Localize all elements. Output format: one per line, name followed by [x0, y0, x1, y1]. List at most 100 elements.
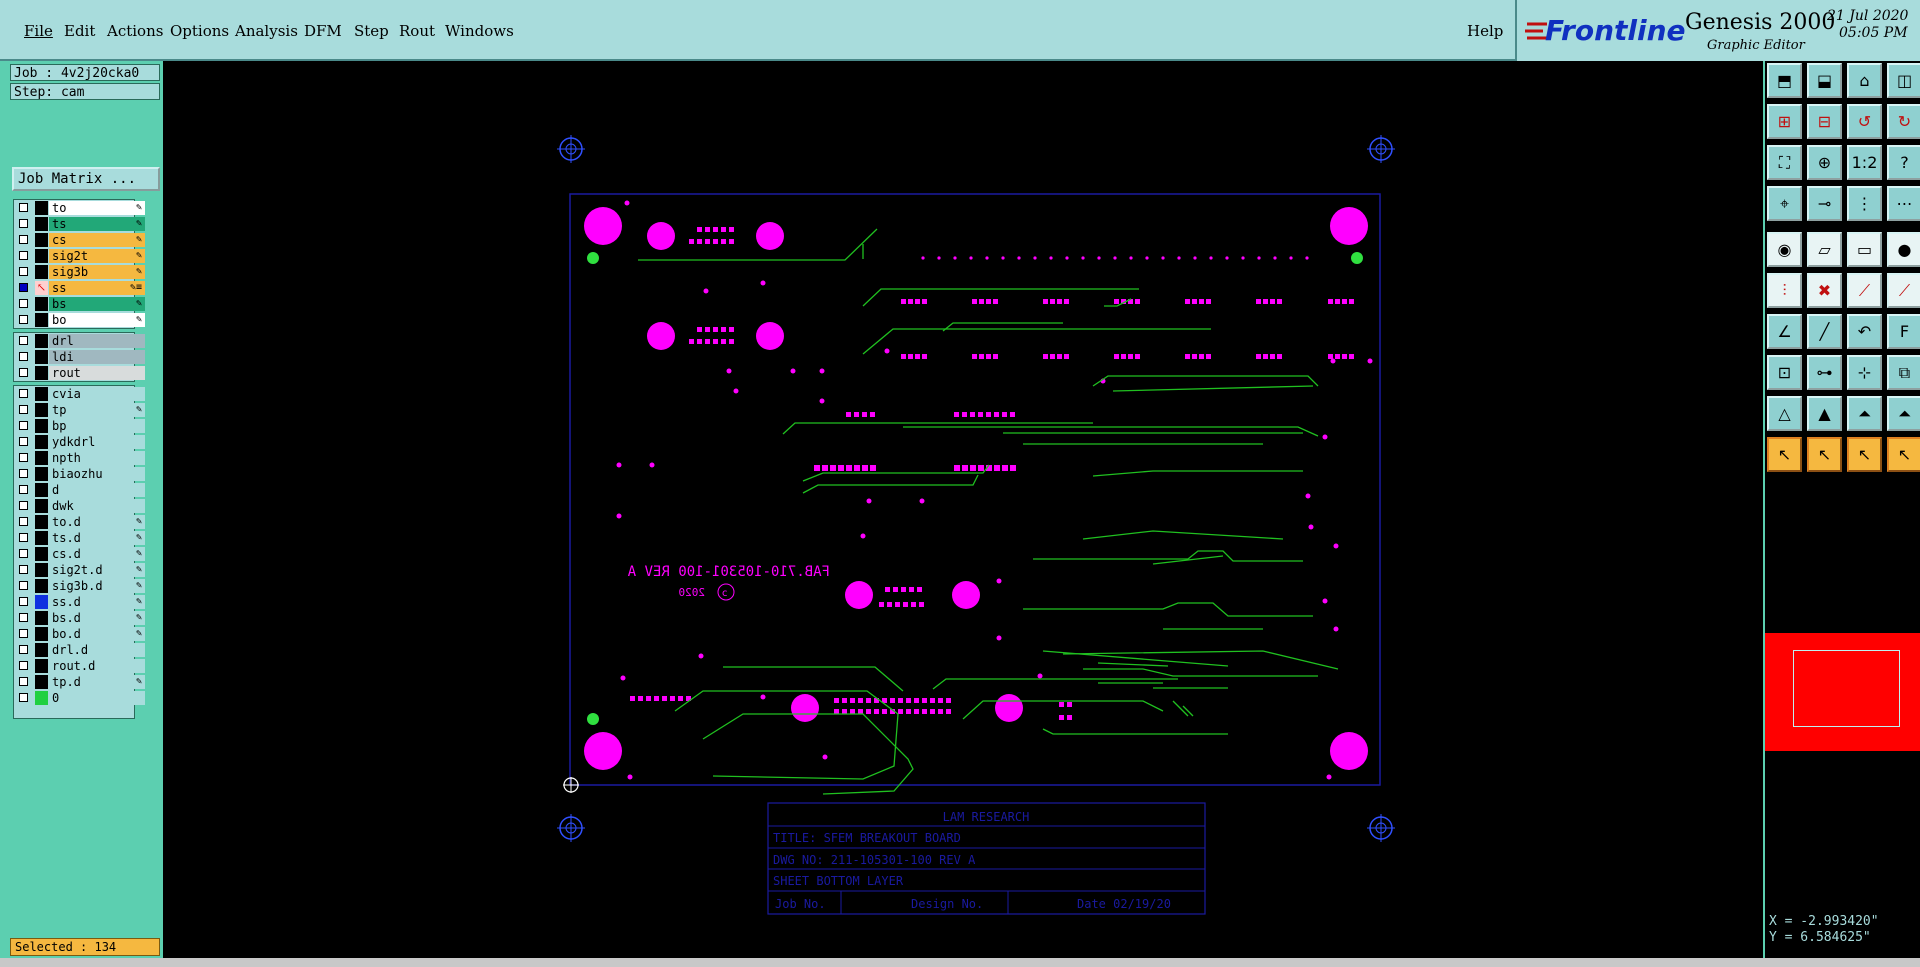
- layer-color-swatch[interactable]: [35, 366, 48, 380]
- layer-checkbox[interactable]: [19, 283, 28, 292]
- layer-color-swatch[interactable]: [35, 691, 48, 705]
- layer-name[interactable]: ydkdrl: [49, 435, 145, 449]
- layer-name[interactable]: bs.d ✎: [49, 611, 145, 625]
- text-button[interactable]: F: [1887, 314, 1920, 349]
- layer-name[interactable]: drl: [49, 334, 145, 348]
- triangle3-button[interactable]: ⏶: [1847, 396, 1882, 431]
- connect-button[interactable]: ⫶: [1767, 273, 1802, 308]
- layer-checkbox[interactable]: [19, 219, 28, 228]
- layer-checkbox[interactable]: [19, 565, 28, 574]
- layer-row-ss[interactable]: ↖ ss ✎≡: [14, 280, 145, 296]
- help-button[interactable]: ?: [1887, 145, 1920, 180]
- layer-name[interactable]: sig3b ✎: [49, 265, 145, 279]
- menu-edit[interactable]: Edit: [64, 22, 95, 40]
- layer-name[interactable]: ss ✎≡: [49, 281, 145, 295]
- layer-row-dwk[interactable]: dwk: [14, 498, 145, 514]
- layer-row-tp[interactable]: tp ✎: [14, 402, 145, 418]
- layer-checkbox[interactable]: [19, 267, 28, 276]
- layer-name[interactable]: 0: [49, 691, 145, 705]
- layer-name[interactable]: rout: [49, 366, 145, 380]
- center-button[interactable]: ⊹: [1847, 355, 1882, 390]
- layer-row-ydkdrl[interactable]: ydkdrl: [14, 434, 145, 450]
- home-button[interactable]: ⌂: [1847, 63, 1882, 98]
- layer-checkbox[interactable]: [19, 469, 28, 478]
- layer-color-swatch[interactable]: [35, 334, 48, 348]
- menu-step[interactable]: Step: [354, 22, 389, 40]
- menu-file[interactable]: File: [24, 22, 53, 40]
- layer-row-bp[interactable]: bp: [14, 418, 145, 434]
- preview-viewport-frame[interactable]: [1793, 650, 1900, 727]
- menu-analysis[interactable]: Analysis: [235, 22, 298, 40]
- line2-button[interactable]: ⟋: [1887, 273, 1920, 308]
- layer-name[interactable]: sig2t.d ✎: [49, 563, 145, 577]
- layer-checkbox[interactable]: [19, 677, 28, 686]
- pad-button[interactable]: ◉: [1767, 232, 1802, 267]
- layer-name[interactable]: to.d ✎: [49, 515, 145, 529]
- select2-button[interactable]: ↖: [1807, 437, 1842, 472]
- menu-windows[interactable]: Windows: [445, 22, 514, 40]
- layer-row-d[interactable]: d: [14, 482, 145, 498]
- layer-color-swatch[interactable]: [35, 579, 48, 593]
- layer-name[interactable]: sig2t ✎: [49, 249, 145, 263]
- menu-rout[interactable]: Rout: [399, 22, 435, 40]
- layer-name[interactable]: ldi: [49, 350, 145, 364]
- layer-checkbox[interactable]: [19, 485, 28, 494]
- layer-checkbox[interactable]: [19, 299, 28, 308]
- layer-checkbox[interactable]: [19, 453, 28, 462]
- layer-color-swatch[interactable]: [35, 435, 48, 449]
- zoom-fit-button[interactable]: ⊕: [1807, 145, 1842, 180]
- layer-name[interactable]: drl.d: [49, 643, 145, 657]
- layer-color-swatch[interactable]: [35, 483, 48, 497]
- zoom-out-button[interactable]: ⊟: [1807, 104, 1842, 139]
- menu-dfm[interactable]: DFM: [304, 22, 342, 40]
- layer-color-swatch[interactable]: [35, 531, 48, 545]
- layer-name[interactable]: bs ✎: [49, 297, 145, 311]
- active-layer-cursor-icon[interactable]: ↖: [35, 281, 48, 295]
- triangle-button[interactable]: △: [1767, 396, 1802, 431]
- select-button[interactable]: ↖: [1767, 437, 1802, 472]
- layer-checkbox[interactable]: [19, 336, 28, 345]
- layer-color-swatch[interactable]: [35, 350, 48, 364]
- layer-checkbox[interactable]: [19, 581, 28, 590]
- overview-preview[interactable]: [1765, 633, 1920, 751]
- layer-checkbox[interactable]: [19, 501, 28, 510]
- layer-name[interactable]: biaozhu: [49, 467, 145, 481]
- ruler-button[interactable]: ▭: [1847, 232, 1882, 267]
- layer-name[interactable]: to ✎: [49, 201, 145, 215]
- menu-help[interactable]: Help: [1467, 22, 1503, 40]
- layer-checkbox[interactable]: [19, 389, 28, 398]
- layer-color-swatch[interactable]: [35, 675, 48, 689]
- layer-row-ts-d[interactable]: ts.d ✎: [14, 530, 145, 546]
- angle-button[interactable]: ∠: [1767, 314, 1802, 349]
- layer-row-to[interactable]: to ✎: [14, 200, 145, 216]
- layer-row-0[interactable]: 0: [14, 690, 145, 706]
- menu-options[interactable]: Options: [170, 22, 229, 40]
- line-button[interactable]: ⟋: [1847, 273, 1882, 308]
- layer-checkbox[interactable]: [19, 629, 28, 638]
- layer-row-ts[interactable]: ts ✎: [14, 216, 145, 232]
- job-matrix-button[interactable]: Job Matrix ...: [12, 167, 160, 191]
- layer-checkbox[interactable]: [19, 661, 28, 670]
- layer-color-swatch[interactable]: [35, 643, 48, 657]
- layer-color-swatch[interactable]: [35, 313, 48, 327]
- layer-name[interactable]: rout.d: [49, 659, 145, 673]
- layer-color-swatch[interactable]: [35, 201, 48, 215]
- select4-button[interactable]: ↖: [1887, 437, 1920, 472]
- layer-color-swatch[interactable]: [35, 451, 48, 465]
- graphics-canvas[interactable]: FAB.710-105301-100 REV A 2020 c LAM RESEARC…: [163, 61, 1763, 958]
- layer-row-biaozhu[interactable]: biaozhu: [14, 466, 145, 482]
- shape-button[interactable]: ▱: [1807, 232, 1842, 267]
- dot-button[interactable]: ●: [1887, 232, 1920, 267]
- net-button[interactable]: ⊸: [1807, 186, 1842, 221]
- layer-checkbox[interactable]: [19, 437, 28, 446]
- layer-color-swatch[interactable]: [35, 265, 48, 279]
- cross-button[interactable]: ✖: [1807, 273, 1842, 308]
- align-button[interactable]: ⊡: [1767, 355, 1802, 390]
- layer-name[interactable]: tp ✎: [49, 403, 145, 417]
- layer-checkbox[interactable]: [19, 613, 28, 622]
- layer-color-swatch[interactable]: [35, 419, 48, 433]
- layer-row-drl[interactable]: drl: [14, 333, 145, 349]
- layer-color-swatch[interactable]: [35, 611, 48, 625]
- layer-checkbox[interactable]: [19, 315, 28, 324]
- undo-button[interactable]: ↺: [1847, 104, 1882, 139]
